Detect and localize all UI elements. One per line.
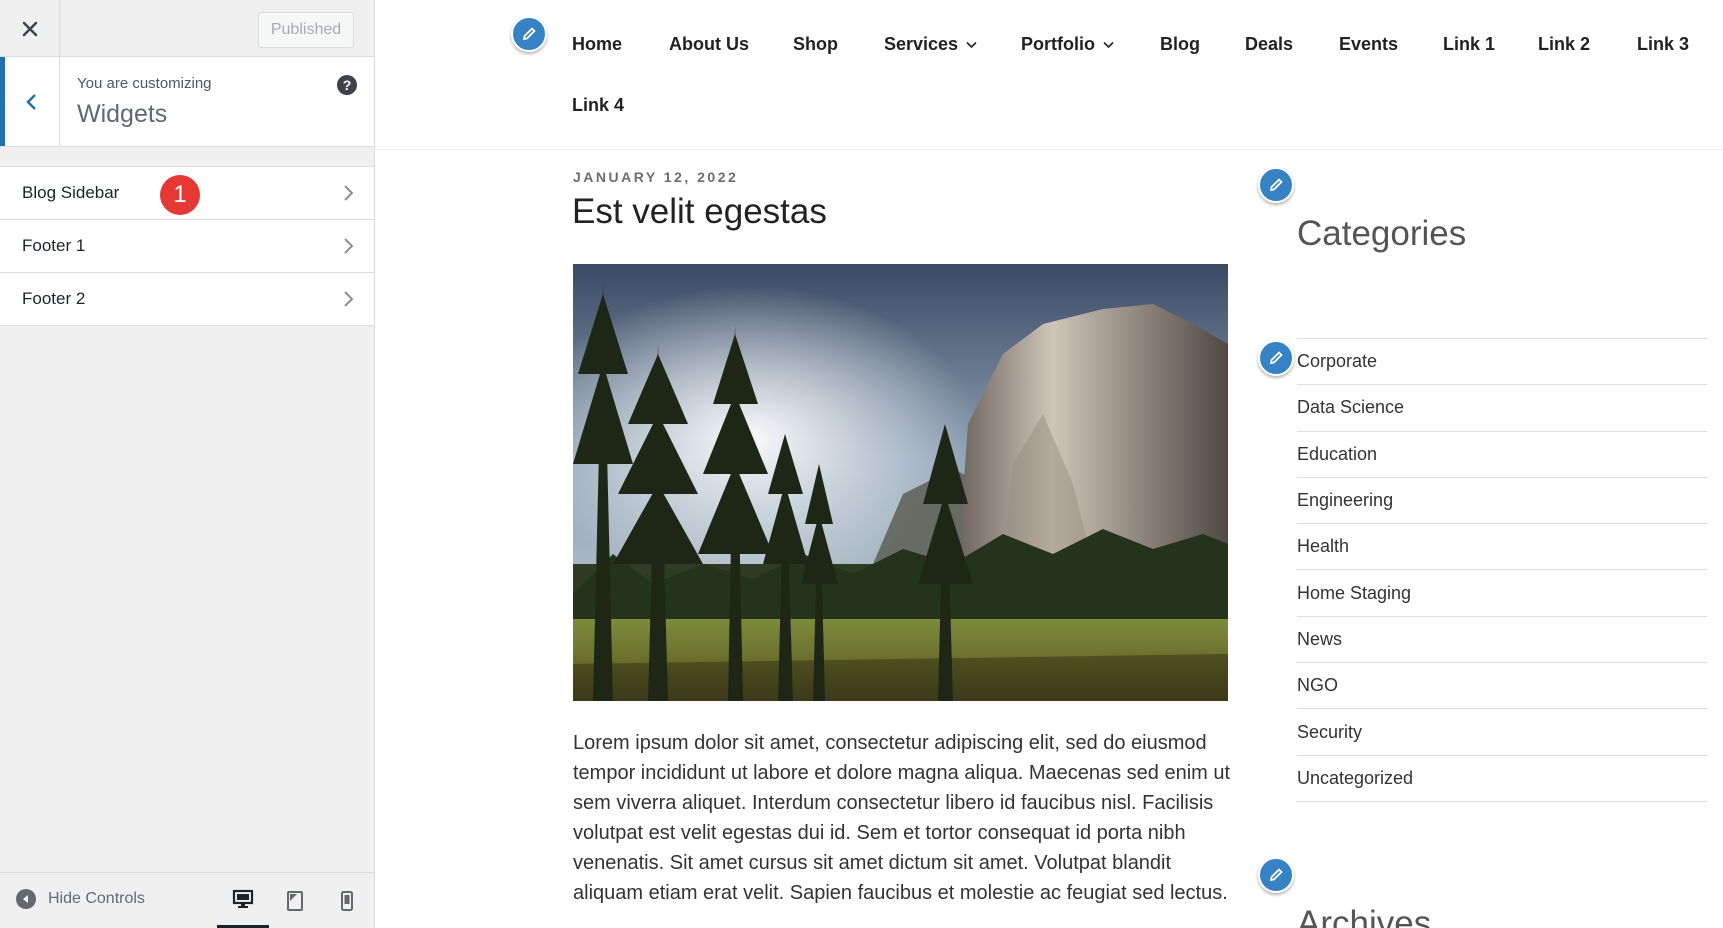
hide-controls-button[interactable]: Hide Controls bbox=[16, 889, 145, 909]
desktop-icon bbox=[232, 889, 254, 908]
category-link[interactable]: Data Science bbox=[1297, 385, 1707, 432]
nav-link-4[interactable]: Link 4 bbox=[572, 95, 624, 116]
preview-desktop-button[interactable] bbox=[217, 873, 269, 928]
nav-shop[interactable]: Shop bbox=[793, 34, 838, 55]
nav-blog[interactable]: Blog bbox=[1160, 34, 1200, 55]
section-label: Blog Sidebar bbox=[22, 183, 120, 202]
section-label: Footer 1 bbox=[22, 236, 86, 255]
close-customizer-button[interactable] bbox=[0, 0, 60, 57]
pencil-icon bbox=[1269, 351, 1283, 365]
chevron-down-icon bbox=[1103, 41, 1114, 48]
nav-deals[interactable]: Deals bbox=[1245, 34, 1293, 55]
site-preview: Home About Us Shop Services Portfolio Bl… bbox=[375, 0, 1723, 928]
nav-label: Home bbox=[572, 34, 623, 54]
chevron-right-icon bbox=[344, 238, 354, 254]
preview-mobile-button[interactable] bbox=[321, 873, 373, 928]
customizer-info: You are customizing Widgets ? bbox=[0, 57, 374, 147]
nav-portfolio[interactable]: Portfolio bbox=[1021, 34, 1114, 55]
chevron-right-icon bbox=[344, 185, 354, 201]
section-blog-sidebar[interactable]: Blog Sidebar 1 bbox=[0, 166, 374, 220]
help-icon[interactable]: ? bbox=[337, 75, 357, 95]
chevron-right-icon bbox=[344, 291, 354, 307]
customizer-header: Published bbox=[0, 0, 374, 57]
category-link[interactable]: Engineering bbox=[1297, 478, 1707, 525]
published-button[interactable]: Published bbox=[258, 12, 354, 48]
category-link[interactable]: Home Staging bbox=[1297, 570, 1707, 617]
edit-archives-widget-shortcut[interactable] bbox=[1258, 857, 1294, 893]
nav-label: Blog bbox=[1160, 34, 1200, 54]
panel-title: Widgets bbox=[77, 100, 168, 128]
section-label: Footer 2 bbox=[22, 289, 86, 308]
nav-label: Link 4 bbox=[572, 95, 625, 115]
nav-label: Portfolio bbox=[1021, 34, 1095, 54]
category-link[interactable]: Education bbox=[1297, 432, 1707, 478]
collapse-icon bbox=[16, 889, 36, 909]
nav-label: Link 1 bbox=[1443, 34, 1496, 54]
edit-categories-list-shortcut[interactable] bbox=[1258, 340, 1294, 376]
customizer-panel: Published You are customizing Widgets ? … bbox=[0, 0, 375, 928]
nav-link-2[interactable]: Link 2 bbox=[1538, 34, 1590, 55]
hide-controls-label: Hide Controls bbox=[48, 890, 145, 907]
close-icon bbox=[22, 21, 37, 36]
chevron-left-icon bbox=[26, 93, 36, 110]
back-button[interactable] bbox=[0, 57, 60, 146]
nav-services[interactable]: Services bbox=[884, 34, 977, 55]
customizer-footer: Hide Controls bbox=[0, 872, 374, 928]
category-link[interactable]: NGO bbox=[1297, 663, 1707, 710]
nav-label: Services bbox=[884, 34, 959, 54]
edit-categories-widget-shortcut[interactable] bbox=[1258, 167, 1294, 203]
section-footer-2[interactable]: Footer 2 bbox=[0, 272, 374, 326]
post-title[interactable]: Est velit egestas bbox=[572, 192, 827, 232]
nav-about-us[interactable]: About Us bbox=[669, 34, 749, 55]
chevron-down-icon bbox=[966, 41, 977, 48]
pencil-icon bbox=[1269, 178, 1283, 192]
nav-home[interactable]: Home bbox=[572, 34, 622, 55]
customizing-label: You are customizing bbox=[77, 75, 212, 92]
featured-image bbox=[573, 264, 1228, 701]
mobile-icon bbox=[341, 891, 353, 911]
categories-widget-title: Categories bbox=[1297, 214, 1467, 253]
nav-label: Shop bbox=[793, 34, 838, 54]
section-footer-1[interactable]: Footer 1 bbox=[0, 219, 374, 273]
nav-link-1[interactable]: Link 1 bbox=[1443, 34, 1495, 55]
pencil-icon bbox=[1269, 868, 1283, 882]
nav-events[interactable]: Events bbox=[1339, 34, 1398, 55]
categories-list: Corporate Data Science Education Enginee… bbox=[1297, 338, 1707, 802]
category-link[interactable]: Health bbox=[1297, 524, 1707, 571]
post-date: JANUARY 12, 2022 bbox=[573, 169, 739, 185]
nav-label: Link 2 bbox=[1538, 34, 1591, 54]
widget-area-list: Blog Sidebar 1 Footer 1 Footer 2 bbox=[0, 166, 374, 326]
nav-label: About Us bbox=[669, 34, 749, 54]
nav-label: Events bbox=[1339, 34, 1399, 54]
archives-widget-title: Archives bbox=[1297, 904, 1432, 928]
post-content: Lorem ipsum dolor sit amet, consectetur … bbox=[573, 732, 1231, 904]
step-badge: 1 bbox=[160, 175, 200, 215]
tablet-icon bbox=[287, 891, 303, 911]
preview-tablet-button[interactable] bbox=[269, 873, 321, 928]
nav-link-3[interactable]: Link 3 bbox=[1637, 34, 1689, 55]
pencil-icon bbox=[522, 27, 536, 41]
edit-menu-shortcut[interactable] bbox=[511, 16, 547, 52]
nav-label: Link 3 bbox=[1637, 34, 1690, 54]
category-link[interactable]: News bbox=[1297, 617, 1707, 664]
category-link[interactable]: Corporate bbox=[1297, 339, 1707, 386]
site-navigation: Home About Us Shop Services Portfolio Bl… bbox=[375, 0, 1723, 150]
category-link[interactable]: Uncategorized bbox=[1297, 756, 1707, 802]
category-link[interactable]: Security bbox=[1297, 709, 1707, 756]
nav-label: Deals bbox=[1245, 34, 1294, 54]
